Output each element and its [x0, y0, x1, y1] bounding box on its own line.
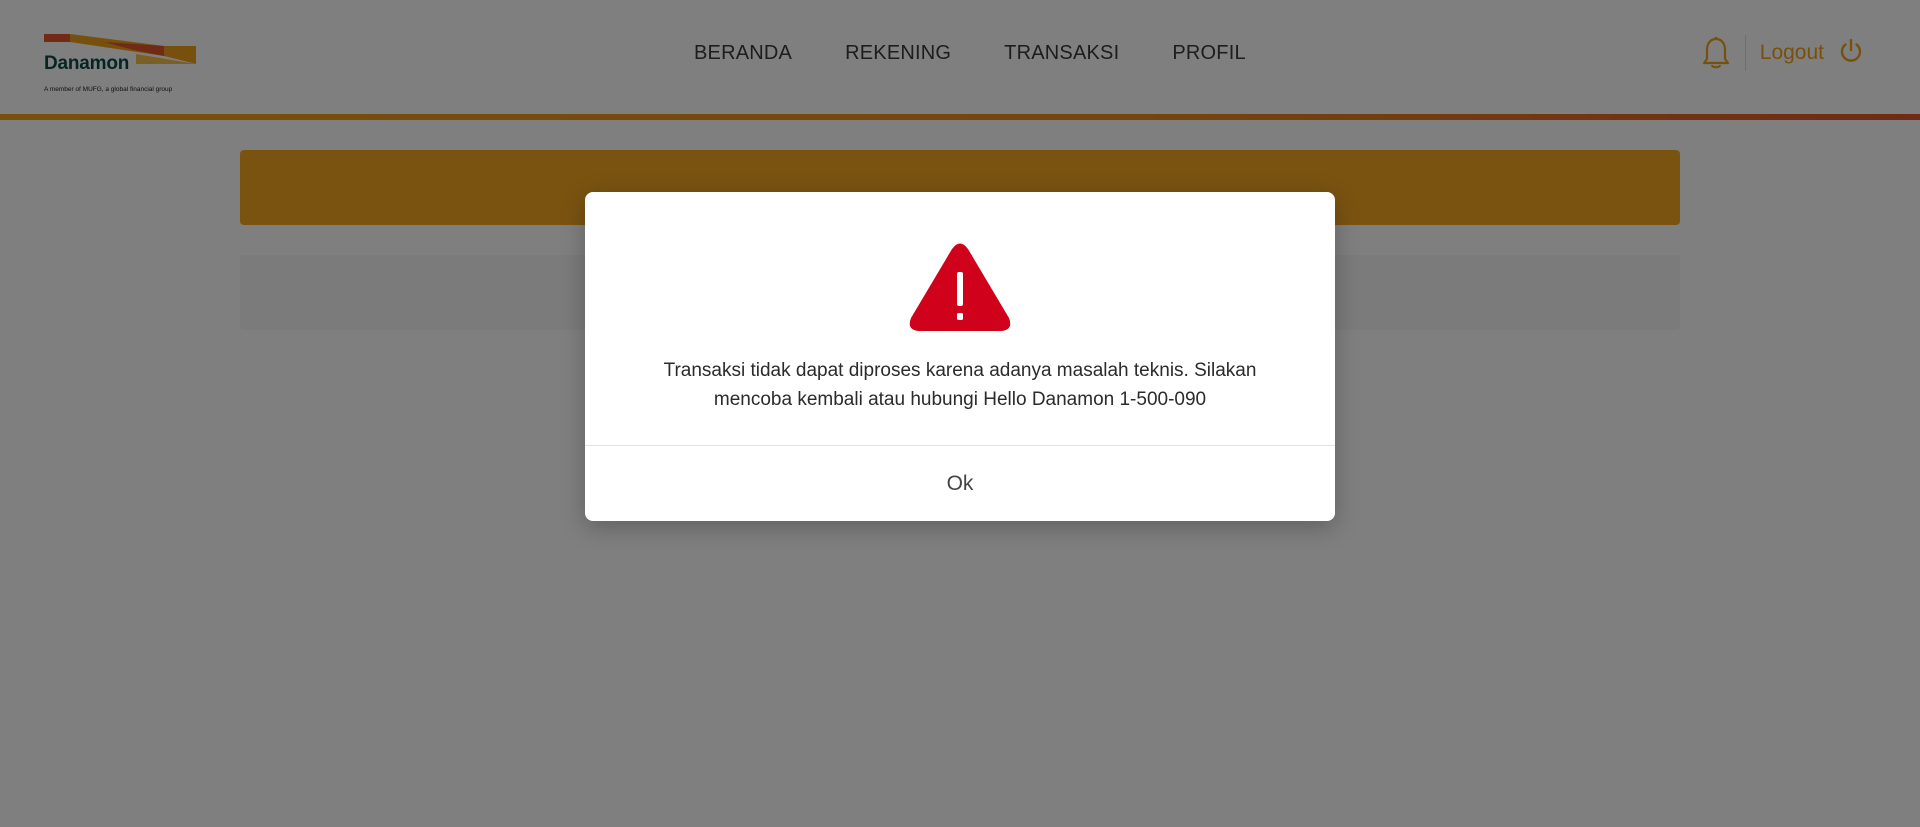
error-dialog: Transaksi tidak dapat diproses karena ad… — [585, 192, 1335, 521]
error-message: Transaksi tidak dapat diproses karena ad… — [663, 360, 1257, 410]
ok-button[interactable]: Ok — [585, 446, 1335, 521]
page: Danamon A member of MUFG, a global finan… — [0, 0, 1920, 827]
warning-icon — [907, 242, 1013, 334]
